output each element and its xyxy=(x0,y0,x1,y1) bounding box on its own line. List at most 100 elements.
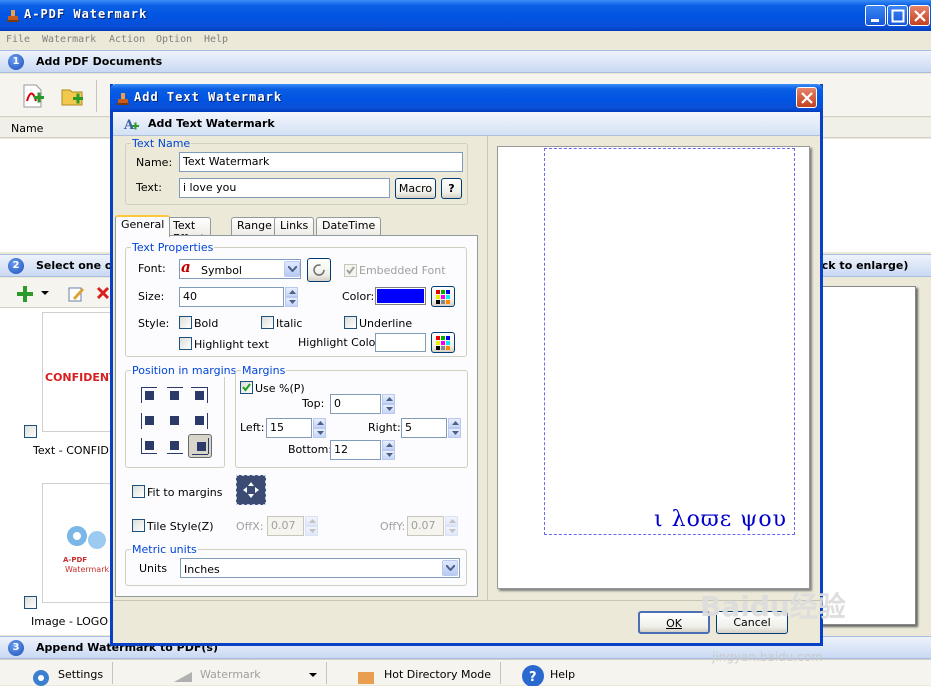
enlarged-preview[interactable] xyxy=(820,286,916,625)
tab-text-effect[interactable]: Text Effect xyxy=(167,217,211,245)
highlight-color-swatch[interactable] xyxy=(375,333,426,352)
thumbnail-2-checkbox[interactable] xyxy=(24,596,37,609)
offx-input[interactable]: 0.07 xyxy=(267,516,304,536)
italic-checkbox[interactable] xyxy=(261,316,274,329)
thumbnail-confidential-text: CONFIDENT xyxy=(45,371,117,384)
dialog-close-button[interactable] xyxy=(796,87,817,108)
chevron-down-icon[interactable] xyxy=(309,673,317,678)
menu-option[interactable]: Option xyxy=(156,34,192,45)
tab-general[interactable]: General xyxy=(115,215,171,237)
arrow-up-icon xyxy=(452,421,459,425)
position-middle-left[interactable] xyxy=(139,410,161,432)
position-bottom-right[interactable] xyxy=(188,434,212,458)
hot-directory-icon xyxy=(358,672,374,684)
settings-button[interactable]: Settings xyxy=(58,668,103,681)
add-pdf-icon[interactable] xyxy=(20,83,46,109)
help-question-button[interactable]: ? xyxy=(441,178,462,199)
text-label: Text: xyxy=(136,181,162,194)
offy-spinner[interactable] xyxy=(445,516,458,536)
right-margin-input[interactable]: 5 xyxy=(401,418,447,438)
watermark-list[interactable]: CONFIDENT Text - CONFIDE A-PDF Watermark… xyxy=(0,308,122,635)
watermark-button[interactable]: Watermark xyxy=(200,668,261,681)
font-dropdown-arrow[interactable] xyxy=(284,261,300,277)
column-name[interactable]: Name xyxy=(11,122,43,135)
fit-to-margins-button[interactable] xyxy=(236,475,266,505)
checkmark-icon xyxy=(346,266,355,275)
top-margin-input[interactable]: 0 xyxy=(330,394,381,414)
offy-label: OffY: xyxy=(380,520,406,533)
top-margin-label: Top: xyxy=(302,397,325,410)
menu-file[interactable]: File xyxy=(6,34,30,45)
menu-help[interactable]: Help xyxy=(204,34,228,45)
underline-checkbox[interactable] xyxy=(344,316,357,329)
left-margin-label: Left: xyxy=(240,421,265,434)
add-folder-icon[interactable] xyxy=(60,83,86,109)
help-icon: ? xyxy=(522,665,544,686)
chevron-down-icon[interactable] xyxy=(41,291,49,296)
left-margin-spinner[interactable] xyxy=(313,418,326,438)
right-margin-spinner[interactable] xyxy=(448,418,461,438)
font-select[interactable]: Symbol xyxy=(179,259,301,279)
settings-gear-icon xyxy=(33,670,49,686)
add-text-icon: A xyxy=(123,118,139,133)
use-percent-checkbox[interactable] xyxy=(240,381,253,394)
position-bottom-left[interactable] xyxy=(139,435,161,457)
units-select[interactable]: Inches xyxy=(180,558,460,578)
tab-links[interactable]: Links xyxy=(274,217,315,236)
position-top-right[interactable] xyxy=(189,385,211,407)
thumbnail-text[interactable]: CONFIDENT xyxy=(42,312,117,432)
arrow-up-icon xyxy=(386,443,393,447)
color-swatch[interactable] xyxy=(375,287,426,305)
offx-spinner[interactable] xyxy=(305,516,318,536)
menu-watermark[interactable]: Watermark xyxy=(42,34,96,45)
arrow-down-icon xyxy=(309,529,316,533)
embedded-font-checkbox[interactable] xyxy=(344,264,357,277)
bottom-margin-input[interactable]: 12 xyxy=(330,440,381,460)
maximize-button[interactable] xyxy=(887,5,908,26)
position-top-left[interactable] xyxy=(139,385,161,407)
position-middle-right[interactable] xyxy=(189,410,211,432)
position-center[interactable] xyxy=(164,410,186,432)
color-picker-button[interactable] xyxy=(431,286,455,307)
tab-range[interactable]: Range xyxy=(231,217,278,236)
left-margin-input[interactable]: 15 xyxy=(266,418,312,438)
thumbnail-1-checkbox[interactable] xyxy=(24,425,37,438)
add-watermark-icon[interactable] xyxy=(16,285,34,303)
delete-icon[interactable] xyxy=(96,286,110,300)
name-input[interactable]: Text Watermark xyxy=(179,152,463,172)
size-spinner[interactable] xyxy=(285,287,298,307)
bold-checkbox[interactable] xyxy=(179,316,192,329)
fit-to-margins-checkbox[interactable] xyxy=(132,485,145,498)
position-top-center[interactable] xyxy=(164,385,186,407)
bottom-margin-spinner[interactable] xyxy=(382,440,395,460)
units-dropdown-arrow[interactable] xyxy=(442,560,458,576)
main-title-bar: A-PDF Watermark xyxy=(0,0,931,31)
minimize-button[interactable] xyxy=(865,5,886,26)
step-3-number: 3 xyxy=(8,640,24,656)
size-input[interactable]: 40 xyxy=(179,287,284,307)
help-button[interactable]: Help xyxy=(550,668,575,681)
top-margin-spinner[interactable] xyxy=(382,394,395,414)
macro-button[interactable]: Macro xyxy=(395,178,436,199)
hot-directory-button[interactable]: Hot Directory Mode xyxy=(384,668,491,681)
svg-text:?: ? xyxy=(529,670,537,685)
underline-label: Underline xyxy=(359,317,413,330)
edit-icon[interactable] xyxy=(67,285,85,303)
style-label: Style: xyxy=(138,317,170,330)
menu-action[interactable]: Action xyxy=(109,34,145,45)
tile-style-checkbox[interactable] xyxy=(132,519,145,532)
expand-arrows-icon xyxy=(243,482,259,498)
use-percent-label: Use %(P) xyxy=(255,382,305,395)
font-refresh-button[interactable] xyxy=(307,258,331,282)
preview-watermark-text: ι λοϖε ψου xyxy=(654,507,788,532)
highlight-text-checkbox[interactable] xyxy=(179,337,192,350)
close-button[interactable] xyxy=(909,5,930,26)
position-bottom-center[interactable] xyxy=(164,435,186,457)
offy-input[interactable]: 0.07 xyxy=(407,516,444,536)
tab-datetime[interactable]: DateTime xyxy=(316,217,382,236)
highlight-color-picker-button[interactable] xyxy=(431,332,455,353)
thumbnail-logo[interactable]: A-PDF Watermark xyxy=(42,483,112,603)
baidu-logo-overlay: Baidu经验 xyxy=(700,590,846,623)
preview-margin-box xyxy=(544,148,795,535)
text-input[interactable]: i love you xyxy=(179,178,390,198)
